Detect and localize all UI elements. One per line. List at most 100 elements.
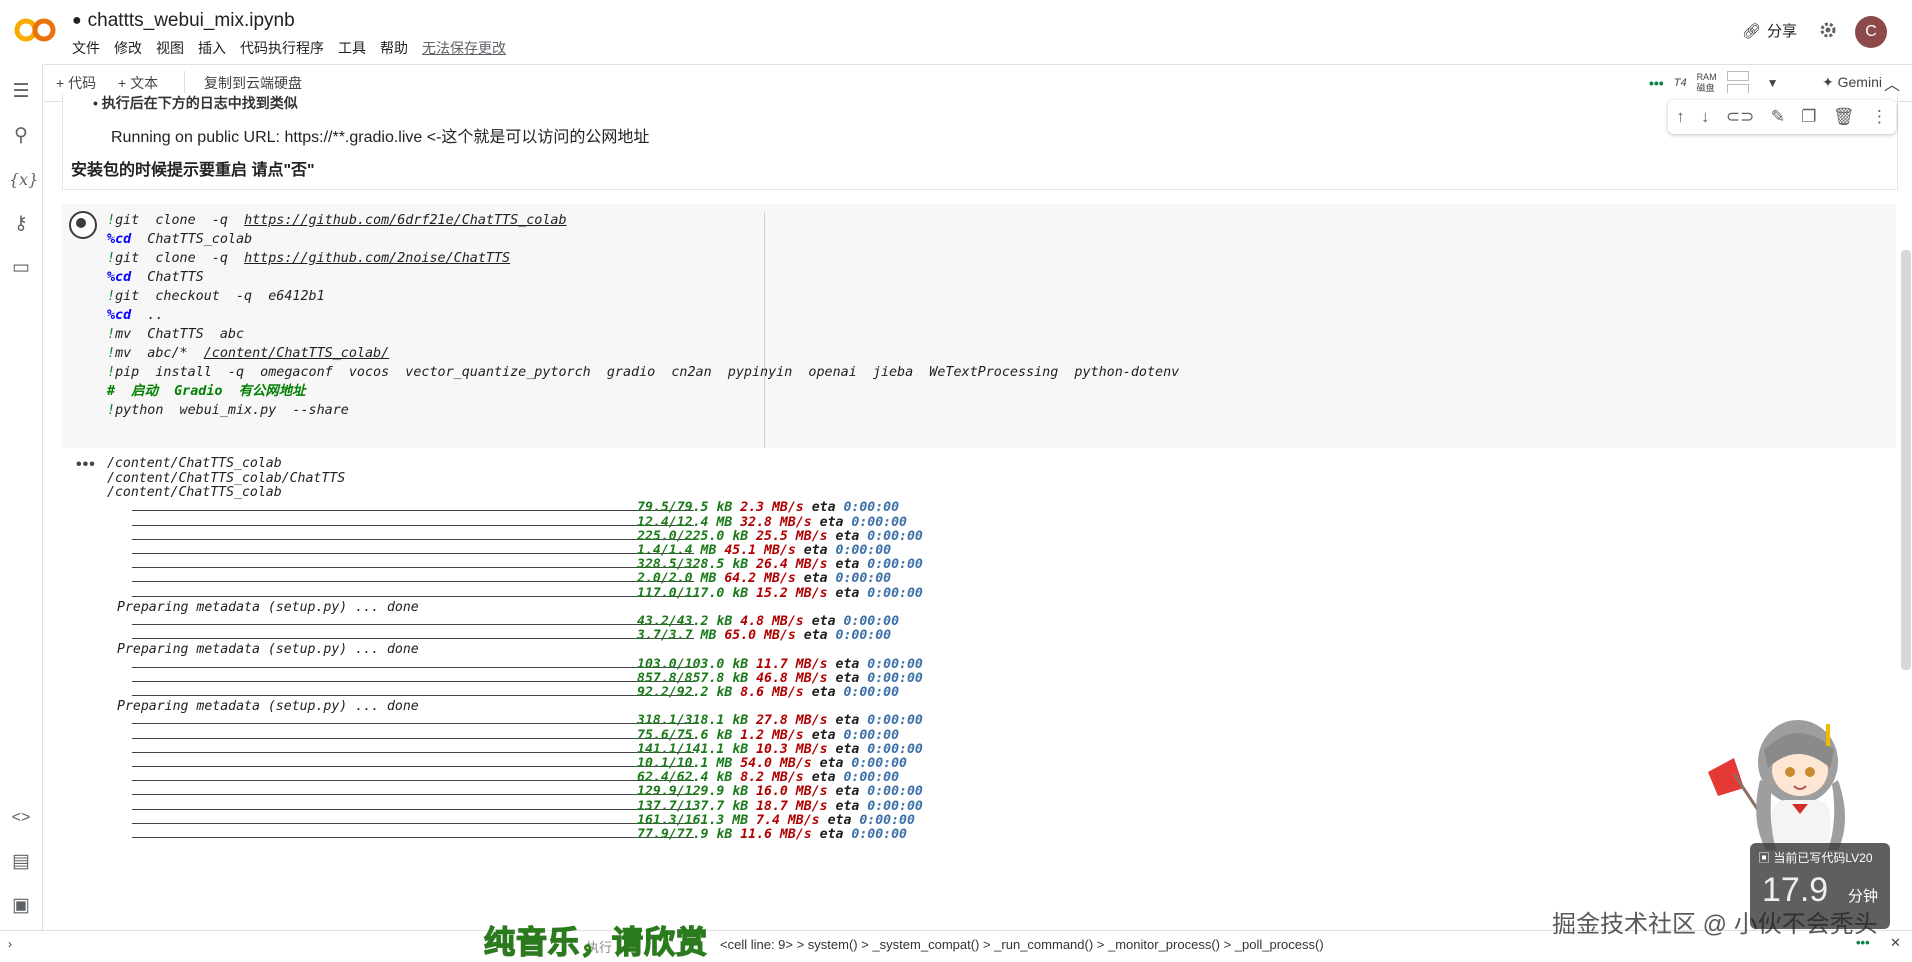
download-speed: 1.2 MB/s xyxy=(740,727,812,743)
shell-bang: ! xyxy=(107,403,116,418)
code-line: !git clone -q https://github.com/2noise/… xyxy=(107,249,1179,268)
resource-labels: RAM 磁盘 xyxy=(1697,72,1717,94)
progress-bar xyxy=(132,567,694,569)
menu-help[interactable]: 帮助 xyxy=(380,38,408,58)
eta-value: 0:00:00 xyxy=(867,557,923,573)
download-size: 79.5/79.5 kB xyxy=(637,500,741,516)
gemini-label: Gemini xyxy=(1837,74,1882,90)
gear-icon[interactable] xyxy=(1818,20,1838,40)
add-text-button[interactable]: + 文本 xyxy=(118,73,158,93)
eta-label: eta xyxy=(803,571,836,587)
code-cell[interactable]: !git clone -q https://github.com/6drf21e… xyxy=(62,204,1896,448)
video-subtitle: 纯音乐，请欣赏 xyxy=(483,924,708,960)
code-url-link[interactable]: https://github.com/2noise/ChatTTS xyxy=(244,251,510,266)
menu-file[interactable]: 文件 xyxy=(72,38,100,58)
shell-bang: ! xyxy=(107,213,116,228)
progress-bar xyxy=(132,524,694,526)
download-speed: 16.0 MB/s xyxy=(756,784,836,800)
eta-label: eta xyxy=(835,784,868,800)
download-speed: 7.4 MB/s xyxy=(756,812,828,828)
eta-value: 0:00:00 xyxy=(867,798,923,814)
code-snippets-icon[interactable]: <> xyxy=(9,806,33,830)
copy-to-drive-button[interactable]: 复制到云端硬盘 xyxy=(204,73,302,93)
notebook-title[interactable]: ● chattts_webui_mix.ipynb xyxy=(72,10,295,32)
scrollbar[interactable] xyxy=(1901,250,1911,670)
avatar[interactable]: C xyxy=(1855,16,1887,48)
expand-arrow-icon[interactable]: › xyxy=(8,937,12,951)
code-url-link[interactable]: https://github.com/6drf21e/ChatTTS_colab xyxy=(244,213,566,228)
menu-view[interactable]: 视图 xyxy=(156,38,184,58)
terminal-icon[interactable]: ▣ xyxy=(9,894,33,918)
pip-progress-line: 77.9/77.9 kB 11.6 MB/s eta 0:00:00 xyxy=(107,827,1007,844)
key-icon[interactable]: ⚷ xyxy=(9,212,33,236)
close-icon[interactable]: ✕ xyxy=(1890,935,1901,951)
code-line: %cd ChatTTS_colab xyxy=(107,230,1179,249)
add-code-button[interactable]: + 代码 xyxy=(56,73,96,93)
left-sidebar: ☰ ⚲ {x} ⚷ ▭ <> ▤ ▣ xyxy=(0,64,43,934)
delete-icon[interactable]: 🗑︎ xyxy=(1833,107,1855,127)
chevron-down-icon[interactable]: ▼ xyxy=(1767,76,1779,90)
code-text: mv abc/* xyxy=(115,346,204,361)
code-url-link[interactable]: /content/ChatTTS_colab/ xyxy=(204,346,389,361)
eta-label: eta xyxy=(819,826,852,842)
download-size: 12.4/12.4 MB xyxy=(637,514,741,530)
text-cell[interactable]: • 执行后在下方的日志中找到类似 Running on public URL: … xyxy=(62,93,1898,190)
eta-label: eta xyxy=(819,755,852,771)
collapse-icon[interactable]: ︿ xyxy=(1884,71,1900,95)
runtime-indicator[interactable]: ••• T4 RAM 磁盘 ▼ xyxy=(1649,71,1778,94)
code-line: !pip install -q omegaconf vocos vector_q… xyxy=(107,363,1179,382)
eta-value: 0:00:00 xyxy=(867,741,923,757)
colab-logo[interactable] xyxy=(14,14,56,46)
progress-stats: 129.9/129.9 kB 16.0 MB/s eta 0:00:00 xyxy=(637,784,923,799)
menu-runtime[interactable]: 代码执行程序 xyxy=(240,38,324,58)
progress-stats: 62.4/62.4 kB 8.2 MB/s eta 0:00:00 xyxy=(637,770,899,785)
progress-stats: 10.1/10.1 MB 54.0 MB/s eta 0:00:00 xyxy=(637,756,907,771)
eta-value: 0:00:00 xyxy=(843,613,900,629)
download-size: 77.9/77.9 kB xyxy=(637,826,741,842)
shell-bang: ! xyxy=(107,327,116,342)
menu-tools[interactable]: 工具 xyxy=(338,38,366,58)
download-size: 129.9/129.9 kB xyxy=(637,784,757,800)
progress-bar xyxy=(132,723,694,725)
stop-run-button[interactable] xyxy=(69,211,97,239)
output-menu-icon[interactable]: ••• xyxy=(76,456,96,474)
menu-insert[interactable]: 插入 xyxy=(198,38,226,58)
code-editor[interactable]: !git clone -q https://github.com/6drf21e… xyxy=(107,211,1179,420)
text-cell-bullet: • 执行后在下方的日志中找到类似 xyxy=(93,95,298,111)
download-size: 225.0/225.0 kB xyxy=(637,528,757,544)
move-up-icon[interactable]: ↑ xyxy=(1676,107,1685,127)
more-vert-icon[interactable]: ⋮ xyxy=(1871,107,1888,127)
progress-stats: 92.2/92.2 kB 8.6 MB/s eta 0:00:00 xyxy=(637,685,899,700)
download-speed: 2.3 MB/s xyxy=(740,500,812,516)
magic-command: %cd xyxy=(107,270,132,285)
download-speed: 10.3 MB/s xyxy=(756,741,836,757)
link-icon[interactable]: ⊂⊃ xyxy=(1726,107,1755,127)
search-icon[interactable]: ⚲ xyxy=(9,124,33,148)
progress-bar xyxy=(132,638,694,640)
eta-label: eta xyxy=(803,542,836,558)
code-text: ChatTTS_colab xyxy=(131,232,253,247)
download-size: 161.3/161.3 MB xyxy=(637,812,757,828)
variables-icon[interactable]: {x} xyxy=(9,168,38,192)
unsaved-changes-link[interactable]: 无法保存更改 xyxy=(422,38,506,58)
download-speed: 32.8 MB/s xyxy=(740,514,820,530)
call-stack-trace: <cell line: 9> > system() > _system_comp… xyxy=(720,937,1324,952)
folder-icon[interactable]: ▭ xyxy=(9,256,33,280)
text-cell-note: 安装包的时候提示要重启 请点"否" xyxy=(71,162,315,179)
resource-bars xyxy=(1726,71,1749,94)
move-down-icon[interactable]: ↓ xyxy=(1701,107,1710,127)
menu-edit[interactable]: 修改 xyxy=(114,38,142,58)
table-of-contents-icon[interactable]: ☰ xyxy=(9,80,33,104)
gemini-button[interactable]: ✦ Gemini xyxy=(1822,74,1882,91)
download-size: 43.2/43.2 kB xyxy=(637,613,741,629)
eta-label: eta xyxy=(835,557,868,573)
progress-bar xyxy=(132,581,694,583)
mascot-image xyxy=(1708,720,1845,854)
share-button[interactable]: 🔗︎ 分享 xyxy=(1742,20,1797,41)
edit-icon[interactable]: ✎ xyxy=(1771,107,1785,127)
command-palette-icon[interactable]: ▤ xyxy=(9,850,33,874)
download-size: 137.7/137.7 kB xyxy=(637,798,757,814)
code-text: pip install -q omegaconf vocos vector_qu… xyxy=(115,365,1180,380)
magic-command: %cd xyxy=(107,232,132,247)
mirror-cell-icon[interactable]: ❐ xyxy=(1801,107,1816,127)
